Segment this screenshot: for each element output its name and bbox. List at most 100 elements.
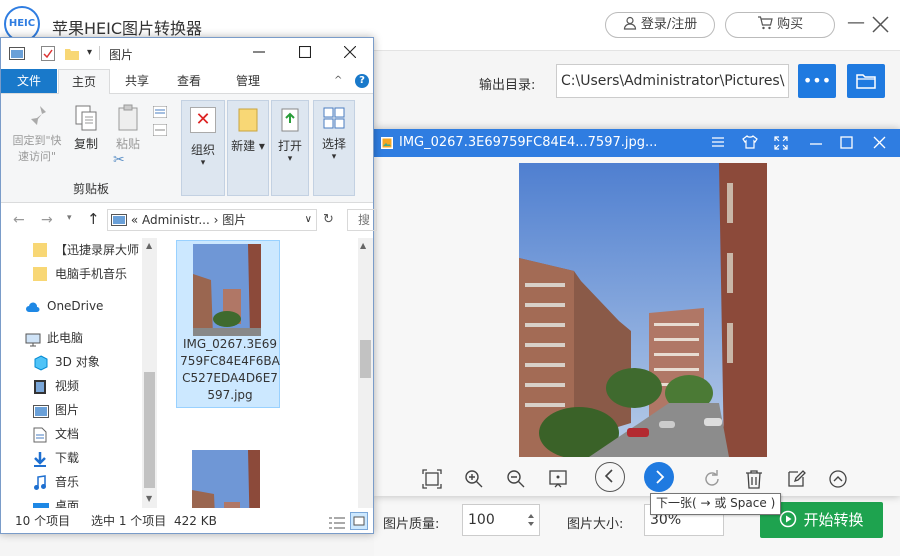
details-view-icon[interactable] (329, 514, 345, 538)
close-icon[interactable] (873, 136, 886, 153)
zoom-out-icon[interactable] (502, 465, 530, 493)
address-seg-overflow[interactable]: « (131, 213, 138, 227)
output-dir-input[interactable]: C:\Users\Administrator\Pictures\ (556, 64, 789, 98)
navigation-scrollbar[interactable]: ▲ ▼ (142, 238, 157, 508)
folder-icon (856, 74, 876, 89)
skin-icon[interactable] (742, 135, 758, 153)
maximize-icon[interactable] (298, 45, 312, 62)
tab-home[interactable]: 主页 (58, 69, 110, 94)
prev-image-button[interactable] (595, 462, 625, 492)
large-icons-view-icon[interactable] (350, 512, 368, 530)
tree-item[interactable]: 图片 (1, 398, 157, 422)
cloud-icon (25, 299, 40, 313)
new-folder-icon[interactable] (65, 46, 79, 61)
fullscreen-icon[interactable] (774, 136, 788, 154)
next-image-button[interactable] (644, 462, 674, 492)
menu-icon[interactable] (712, 135, 724, 153)
pin-quick-access-button[interactable]: 固定到"快速访问" (7, 104, 67, 165)
login-label: 登录/注册 (640, 17, 698, 32)
tree-item-label: 3D 对象 (55, 355, 100, 369)
more-label: ••• (802, 71, 832, 90)
login-button[interactable]: 登录/注册 (605, 12, 715, 38)
file-list-scrollbar[interactable]: ▲ (358, 238, 373, 508)
tab-manage[interactable]: 管理 (223, 69, 273, 93)
address-dropdown-icon[interactable]: ∨ (305, 210, 312, 230)
forward-arrow-icon[interactable]: → (41, 212, 53, 228)
tree-item[interactable]: 3D 对象 (1, 350, 157, 374)
picture-folder-icon (111, 214, 127, 226)
tab-share[interactable]: 共享 (113, 69, 161, 93)
copy-button[interactable]: 复制 (71, 104, 101, 152)
tree-item-label: 此电脑 (47, 331, 84, 345)
tree-item[interactable]: 视频 (1, 374, 157, 398)
cut-icon[interactable] (152, 105, 168, 122)
search-input[interactable]: 搜索 (347, 209, 377, 231)
image-viewer-window: IMG_0267.3E69759FC84E4...7597.jpg... (374, 129, 900, 496)
open-group[interactable]: 打开 ▾ (271, 100, 309, 196)
trash-icon[interactable] (740, 465, 768, 493)
back-arrow-icon[interactable]: ← (13, 212, 25, 228)
organize-group[interactable]: ✕ 组织 ▾ (181, 100, 225, 196)
tree-item-label: 桌面 (55, 499, 80, 508)
paste-button[interactable]: 粘贴 (111, 104, 145, 152)
explorer-titlebar[interactable]: ▾ 图片 (1, 38, 373, 68)
properties-icon[interactable] (41, 46, 55, 61)
close-icon[interactable] (343, 45, 357, 62)
tree-item[interactable]: 文档 (1, 422, 157, 446)
address-sep[interactable]: › (214, 213, 219, 227)
status-size: 422 KB (174, 514, 217, 528)
open-folder-button[interactable] (847, 64, 885, 98)
open-label: 打开 (277, 139, 302, 153)
file-thumbnail[interactable] (192, 450, 260, 508)
stepper-arrows-icon[interactable] (527, 513, 535, 527)
address-seg-pictures[interactable]: 图片 (222, 213, 246, 227)
file-list: IMG_0267.3E69759FC84E4F6BAC527EDA4D6E759… (158, 238, 358, 508)
actual-size-icon[interactable] (544, 465, 572, 493)
tab-view[interactable]: 查看 (165, 69, 213, 93)
select-group[interactable]: 选择 ▾ (313, 100, 355, 196)
viewer-titlebar[interactable]: IMG_0267.3E69759FC84E4...7597.jpg... (374, 129, 900, 157)
close-icon[interactable] (872, 16, 889, 37)
rotate-icon[interactable] (698, 465, 726, 493)
tree-item[interactable]: OneDrive (1, 294, 157, 318)
size-label: 图片大小: (567, 517, 624, 532)
qat-dropdown-icon[interactable]: ▾ (87, 47, 92, 58)
minimize-icon[interactable] (810, 136, 822, 154)
more-button[interactable]: ••• (798, 64, 836, 98)
tab-file[interactable]: 文件 (1, 69, 57, 93)
up-arrow-icon[interactable]: ↑ (87, 210, 100, 228)
new-label-text: 新建 (231, 139, 256, 153)
refresh-icon[interactable]: ↻ (323, 212, 334, 227)
folder-icon (33, 267, 47, 281)
scissors-icon[interactable]: ✂ (113, 152, 125, 168)
copy-path-icon[interactable] (152, 123, 168, 140)
zoom-in-icon[interactable] (460, 465, 488, 493)
minimize-icon[interactable]: — (847, 14, 865, 32)
tree-item-label: 【迅捷录屏大师 (55, 243, 140, 257)
tree-item[interactable]: 电脑手机音乐 (1, 262, 157, 286)
help-icon[interactable]: ? (355, 74, 369, 88)
new-group[interactable]: 新建 ▾ (227, 100, 269, 196)
tree-item[interactable]: 桌面 (1, 494, 157, 508)
select-label: 选择 (321, 137, 346, 151)
address-seg-user[interactable]: Administr... (142, 213, 210, 227)
tree-item[interactable]: 下载 (1, 446, 157, 470)
folder-icon (33, 243, 47, 257)
status-selected: 选中 1 个项目 (91, 514, 167, 528)
edit-icon[interactable] (782, 465, 810, 493)
address-bar[interactable]: « Administr... › 图片 ∨ (107, 209, 317, 231)
tree-item[interactable]: 音乐 (1, 470, 157, 494)
pin-icon (29, 106, 46, 128)
tree-item[interactable]: 此电脑 (1, 326, 157, 350)
ribbon-collapse-icon[interactable]: ^ (334, 75, 342, 86)
tree-item[interactable]: 【迅捷录屏大师 (1, 238, 157, 262)
quality-stepper[interactable]: 100 (462, 504, 540, 536)
minimize-icon[interactable] (253, 44, 265, 62)
navigation-pane: 【迅捷录屏大师 电脑手机音乐 OneDrive 此电脑 3D 对象 视频 图片 … (1, 238, 157, 508)
organize-label: 组织 (190, 143, 215, 157)
maximize-icon[interactable] (840, 136, 853, 153)
fit-screen-icon[interactable] (418, 465, 446, 493)
collapse-icon[interactable] (824, 465, 852, 493)
buy-button[interactable]: 购买 (725, 12, 835, 38)
recent-dropdown-icon[interactable]: ▾ (67, 213, 72, 223)
